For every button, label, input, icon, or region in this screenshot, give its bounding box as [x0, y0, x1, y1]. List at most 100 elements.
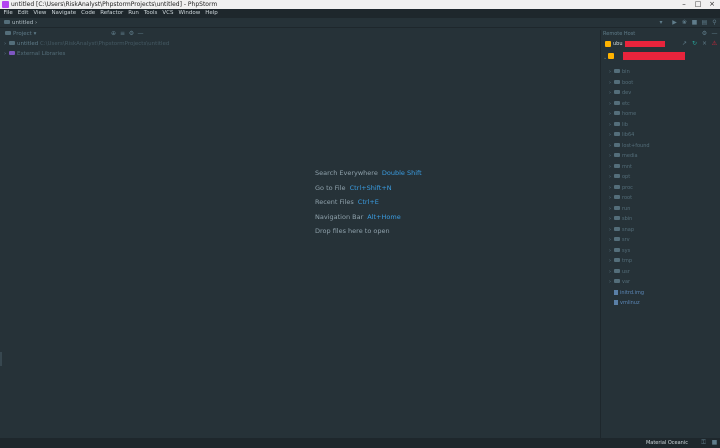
- refresh-icon[interactable]: ↻: [691, 40, 698, 47]
- chevron-right-icon: ›: [609, 100, 611, 107]
- redacted-host-path: [623, 52, 685, 60]
- menu-file[interactable]: File: [1, 9, 15, 18]
- chevron-right-icon: ›: [609, 216, 611, 222]
- remote-folder[interactable]: › bin: [609, 68, 630, 76]
- folder-icon: [614, 100, 620, 105]
- remote-folder[interactable]: › sbin: [609, 215, 632, 223]
- window-title: untitled [C:\Users\RiskAnalyst\PhpstormP…: [11, 1, 218, 8]
- chevron-right-icon: ›: [609, 79, 611, 86]
- menu-navigate[interactable]: Navigate: [49, 9, 79, 18]
- remote-host-panel: Remote Host ⚙ — ubu ↗ ↻ × ⚠ ⌄ › bin › boot ›…: [600, 30, 720, 438]
- folder-icon: [614, 247, 620, 252]
- remote-folder[interactable]: › srv: [609, 236, 630, 244]
- folder-icon: [614, 142, 620, 147]
- remote-folder[interactable]: › home: [609, 110, 636, 118]
- remote-folder[interactable]: › run: [609, 205, 630, 213]
- folder-icon: [614, 90, 620, 94]
- close-icon[interactable]: ×: [701, 40, 708, 47]
- chevron-right-icon: ›: [609, 90, 611, 96]
- maximize-button[interactable]: □: [691, 0, 705, 9]
- hide-icon[interactable]: —: [711, 30, 718, 37]
- gear-icon[interactable]: ⚙: [128, 30, 135, 37]
- remote-host-header: Remote Host ⚙ —: [603, 30, 718, 37]
- menu-vcs[interactable]: VCS: [160, 9, 176, 18]
- debug-icon[interactable]: ❀: [681, 19, 688, 26]
- folder-icon: [614, 226, 620, 231]
- remote-folder[interactable]: › media: [609, 152, 638, 160]
- menu-code[interactable]: Code: [79, 9, 98, 18]
- error-icon[interactable]: ⚠: [711, 40, 718, 47]
- collapse-all-icon[interactable]: ≡: [119, 30, 126, 37]
- lock-icon[interactable]: ⚿: [700, 439, 707, 446]
- menu-run[interactable]: Run: [126, 9, 142, 18]
- folder-icon: [614, 216, 620, 220]
- navigation-bar: untitled › ▾ ▶ ❀ ■ ▤ ⚲: [0, 18, 720, 28]
- folder-icon: [614, 195, 620, 199]
- project-view-dropdown[interactable]: Project ▾: [5, 30, 36, 38]
- editor-empty-hints: Search Everywhere Double Shift Go to File…: [315, 166, 422, 239]
- breadcrumb[interactable]: untitled ›: [4, 18, 37, 28]
- remote-folder[interactable]: › lib64: [609, 131, 634, 139]
- remote-folder[interactable]: › sys: [609, 247, 630, 255]
- remote-folder[interactable]: › tmp: [609, 257, 632, 265]
- remote-file[interactable]: initrd.img: [614, 289, 644, 297]
- run-icon[interactable]: ▶: [671, 19, 678, 26]
- menu-view[interactable]: View: [31, 9, 49, 18]
- coverage-icon[interactable]: ▤: [701, 19, 708, 26]
- menu-edit[interactable]: Edit: [15, 9, 31, 18]
- server-selector[interactable]: ubu ↗ ↻ × ⚠: [603, 39, 719, 49]
- expand-icon[interactable]: ↗: [681, 40, 688, 47]
- remote-folder[interactable]: › etc: [609, 100, 630, 108]
- remote-root[interactable]: ⌄: [603, 53, 616, 62]
- folder-icon: [614, 79, 620, 84]
- theme-name[interactable]: Material Oceanic: [646, 438, 688, 448]
- chevron-right-icon: ›: [609, 69, 611, 75]
- menu-window[interactable]: Window: [176, 9, 203, 18]
- hide-icon[interactable]: —: [137, 30, 144, 37]
- folder-icon: [614, 132, 620, 136]
- tree-item-untitled[interactable]: › untitled C:\Users\RiskAnalyst\PhpstormP…: [4, 40, 169, 48]
- remote-folder[interactable]: › proc: [609, 184, 633, 192]
- chevron-right-icon: ›: [609, 279, 611, 285]
- gear-icon[interactable]: ⚙: [701, 30, 708, 37]
- chevron-right-icon: ›: [609, 132, 611, 138]
- remote-folder[interactable]: › usr: [609, 268, 630, 276]
- tree-item-external-libraries[interactable]: › External Libraries: [4, 50, 65, 58]
- chevron-down-icon: ⌄: [603, 55, 608, 61]
- search-icon[interactable]: ⚲: [711, 19, 718, 26]
- menu-tools[interactable]: Tools: [141, 9, 160, 18]
- minimize-button[interactable]: –: [677, 0, 691, 9]
- folder-icon: [9, 41, 15, 45]
- folder-icon: [4, 20, 10, 24]
- remote-folder[interactable]: › snap: [609, 226, 634, 234]
- remote-folder[interactable]: › opt: [609, 173, 630, 181]
- menu-help[interactable]: Help: [203, 9, 221, 18]
- menu-refactor[interactable]: Refactor: [98, 9, 126, 18]
- remote-folder[interactable]: › mnt: [609, 163, 632, 171]
- remote-file[interactable]: vmlinuz: [614, 299, 640, 307]
- remote-folder[interactable]: › boot: [609, 79, 633, 87]
- chevron-right-icon: ›: [34, 20, 38, 26]
- folder-icon: [614, 258, 620, 262]
- remote-folder[interactable]: › dev: [609, 89, 631, 97]
- window-title-bar: untitled [C:\Users\RiskAnalyst\PhpstormP…: [0, 0, 720, 9]
- folder-icon: [614, 205, 620, 210]
- server-icon: [605, 41, 611, 47]
- chevron-right-icon: ›: [609, 205, 611, 212]
- remote-folder[interactable]: › root: [609, 194, 632, 202]
- chevron-right-icon: ›: [609, 153, 611, 159]
- close-button[interactable]: ×: [705, 0, 719, 9]
- folder-icon: [614, 111, 620, 115]
- remote-folder[interactable]: › lost+found: [609, 142, 650, 150]
- stop-icon[interactable]: ■: [691, 19, 698, 26]
- remote-folder[interactable]: › var: [609, 278, 630, 286]
- left-tool-strip[interactable]: [0, 352, 2, 366]
- remote-folder[interactable]: › lib: [609, 121, 628, 129]
- locate-icon[interactable]: ⊕: [110, 30, 117, 37]
- chevron-right-icon: ›: [609, 111, 611, 117]
- notifications-icon[interactable]: ■: [711, 439, 718, 446]
- menu-bar: File Edit View Navigate Code Refactor Run Tools…: [0, 9, 720, 18]
- chevron-right-icon: ›: [609, 258, 611, 264]
- run-config-dropdown-icon[interactable]: ▾: [654, 19, 668, 26]
- chevron-right-icon: ›: [609, 268, 611, 275]
